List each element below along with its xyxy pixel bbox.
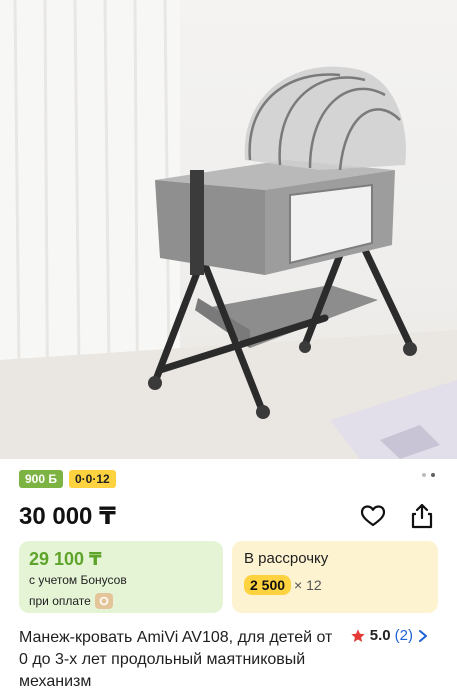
bonus-payment-text: при оплате	[29, 594, 91, 608]
review-count[interactable]: (2)	[395, 627, 413, 644]
gallery-dot[interactable]	[422, 473, 426, 477]
share-icon	[411, 503, 433, 529]
chevron-right-icon[interactable]	[417, 629, 429, 643]
heart-icon	[360, 505, 386, 527]
bonus-price: 29 100 ₸	[29, 549, 102, 569]
bonus-caption: с учетом Бонусов	[29, 573, 127, 587]
gallery-dot-active[interactable]	[431, 473, 435, 477]
bonus-badge: 900 Б	[19, 470, 63, 488]
share-button[interactable]	[407, 501, 437, 531]
installment-row: 2 500 × 12	[244, 575, 322, 595]
promo-badges: 900 Б 0·0·12	[19, 470, 116, 488]
installment-badge: 0·0·12	[68, 470, 116, 488]
installment-amount: 2 500	[244, 575, 292, 595]
installment-title: В рассрочку	[244, 550, 329, 567]
installment-card[interactable]: В рассрочку 2 500 × 12	[232, 541, 438, 613]
rating-link[interactable]: 5.0 (2)	[350, 627, 429, 644]
rating-score: 5.0	[369, 627, 391, 644]
favorite-button[interactable]	[358, 501, 388, 531]
gallery-dots[interactable]	[422, 473, 435, 477]
product-title: Манеж-кровать AmiVi AV108, для детей от …	[19, 629, 333, 690]
crib-illustration	[0, 0, 457, 459]
installment-multiplier: × 12	[294, 577, 322, 593]
bonus-price-card[interactable]: 29 100 ₸ с учетом Бонусов при оплате	[19, 541, 223, 613]
bonus-icon	[94, 593, 113, 609]
star-icon	[351, 628, 365, 642]
product-price: 30 000 ₸	[19, 503, 116, 530]
product-image[interactable]	[0, 0, 457, 459]
bonus-payment-caption: при оплате	[29, 593, 113, 609]
